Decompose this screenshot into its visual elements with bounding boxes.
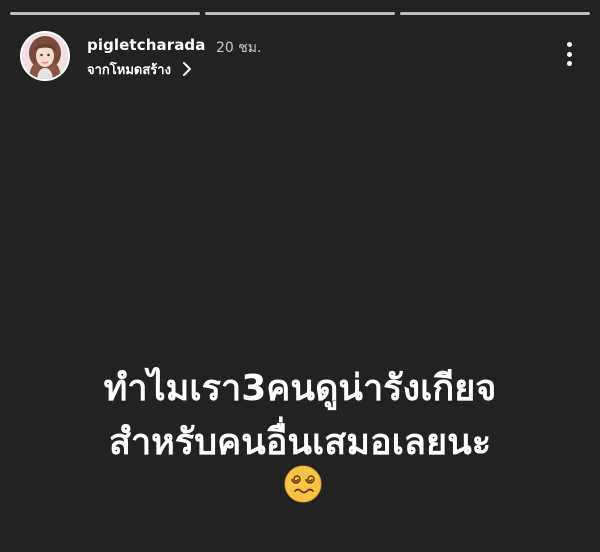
subtitle-label: จากโหมดสร้าง <box>87 62 171 78</box>
username[interactable]: pigletcharada <box>87 36 205 54</box>
story-viewer[interactable]: pigletcharada 20 ชม. จากโหมดสร้าง ทำไมเร… <box>0 0 600 552</box>
face-with-spiral-eyes-icon <box>283 464 323 504</box>
profile-photo <box>22 33 68 79</box>
progress-segment <box>10 12 200 15</box>
post-time: 20 ชม. <box>216 40 262 56</box>
created-from-create-mode-link[interactable]: จากโหมดสร้าง <box>87 59 195 79</box>
story-progress-bar <box>10 12 590 15</box>
more-icon-dot <box>566 51 572 57</box>
caption-line: สำหรับคนอื่นเสมอเลยนะ <box>108 422 492 463</box>
more-icon-dot <box>566 61 572 66</box>
avatar[interactable] <box>20 31 70 81</box>
progress-segment <box>400 12 590 15</box>
caption-line: ทำไมเรา3คนดูน่ารังเกียจ <box>103 368 497 409</box>
more-icon-dot <box>566 42 572 47</box>
more-options-button[interactable] <box>555 38 583 70</box>
progress-segment <box>205 12 395 15</box>
story-caption: ทำไมเรา3คนดูน่ารังเกียจ สำหรับคนอื่นเสมอ… <box>0 362 600 470</box>
chevron-right-icon <box>179 61 195 77</box>
